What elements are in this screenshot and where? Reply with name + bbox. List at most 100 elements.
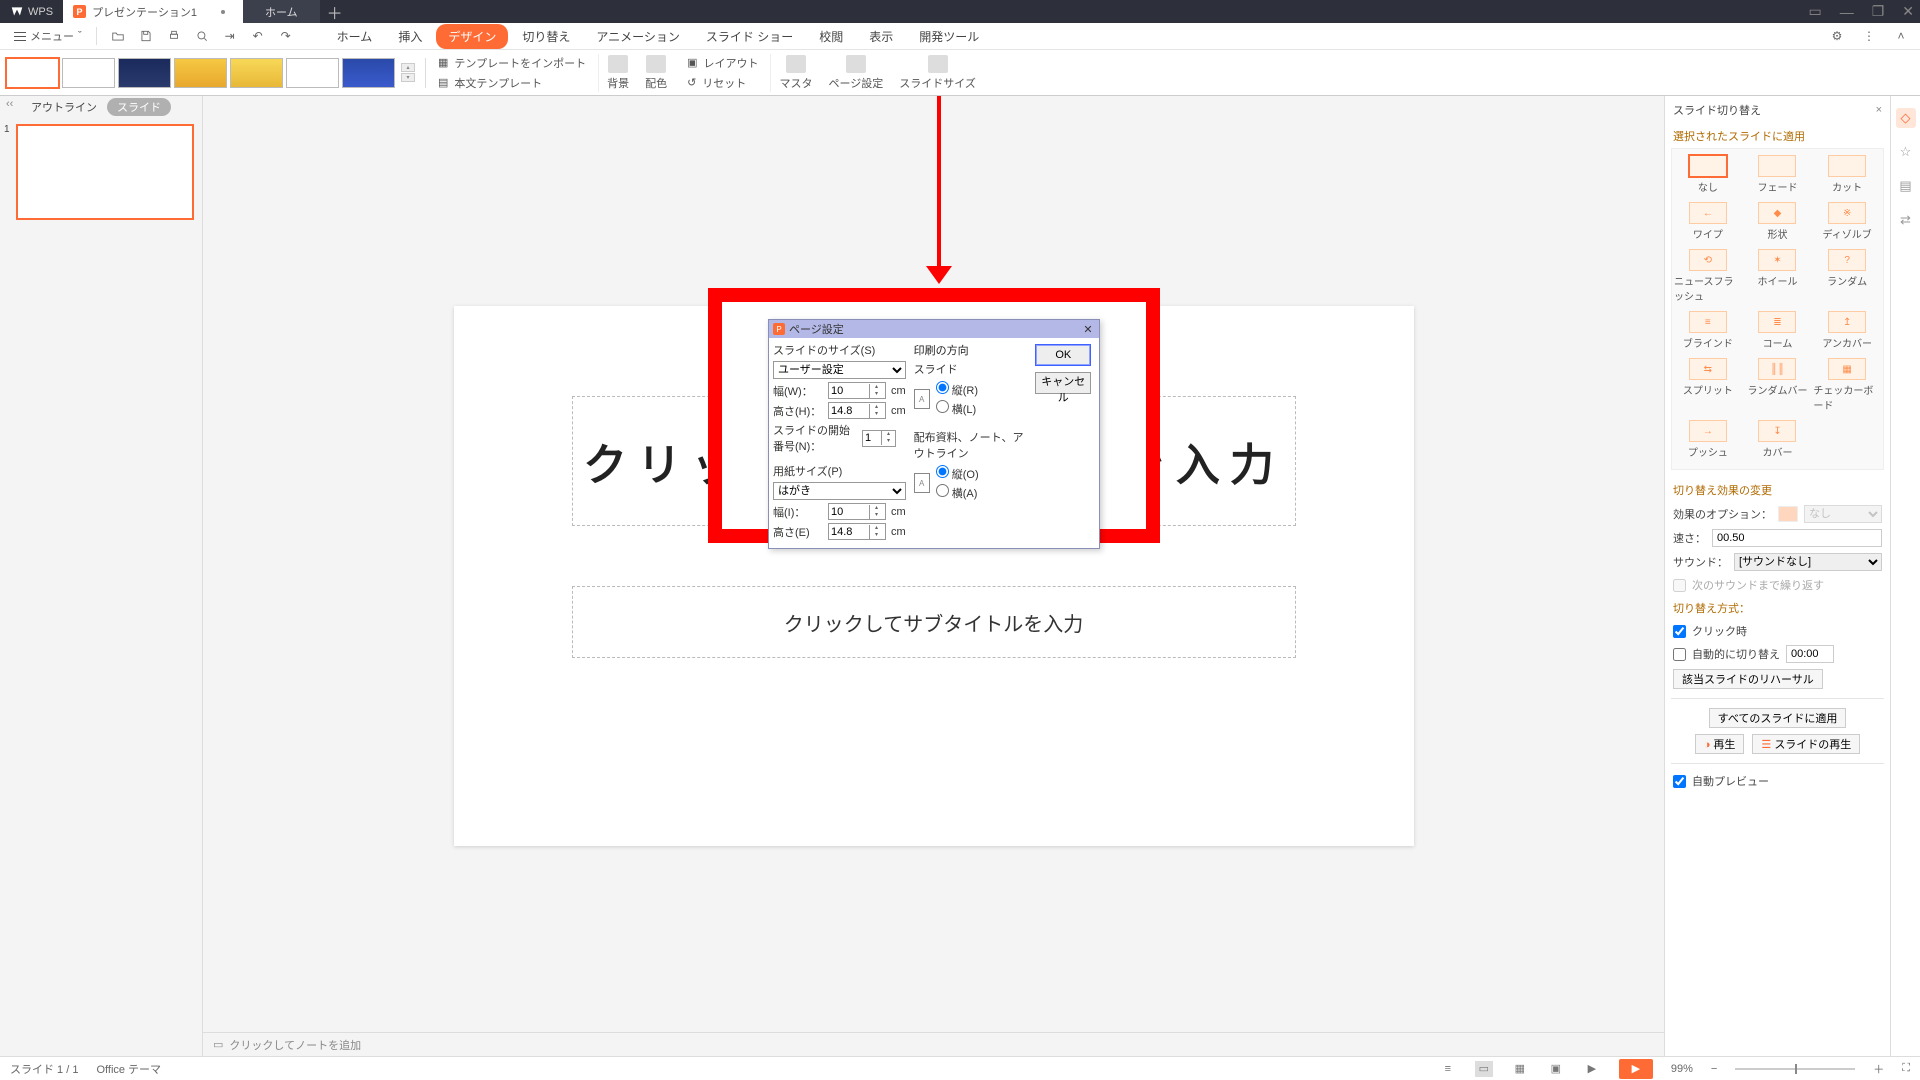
theme-gallery-more[interactable]: ▴▾ (401, 63, 415, 82)
play-button[interactable]: ◑ 再生 (1695, 734, 1745, 754)
export-icon[interactable]: ⇥ (221, 27, 239, 45)
rehearse-button[interactable]: 該当スライドのリハーサル (1673, 669, 1823, 689)
cancel-button[interactable]: キャンセル (1035, 372, 1091, 394)
app-logo[interactable]: WPS (0, 0, 63, 23)
height-stepper[interactable]: ▴▾ (828, 402, 886, 419)
tab-transition[interactable]: 切り替え (510, 24, 582, 49)
transition-item-uncover[interactable]: ↥アンカバー (1813, 309, 1881, 352)
transition-item-blinds[interactable]: ≡ブラインド (1674, 309, 1742, 352)
theme-thumb-5[interactable] (230, 58, 283, 88)
transition-item-wipe[interactable]: ←ワイプ (1674, 200, 1742, 243)
portrait-o-radio[interactable]: 縦(O) (936, 465, 979, 482)
zoom-level[interactable]: 99% (1671, 1063, 1693, 1075)
tab-review[interactable]: 校閲 (807, 24, 855, 49)
on-click-checkbox[interactable] (1673, 625, 1686, 638)
effect-option-select[interactable]: なし (1804, 505, 1882, 523)
notes-bar[interactable]: ▭ クリックしてノートを追加 (203, 1032, 1664, 1056)
close-pane-icon[interactable]: × (1876, 104, 1882, 116)
dialog-close-icon[interactable]: ✕ (1081, 322, 1095, 336)
apply-all-button[interactable]: すべてのスライドに適用 (1709, 708, 1847, 728)
slide-thumbnail[interactable] (16, 124, 194, 220)
transition-item-dissolve[interactable]: ※ディゾルブ (1813, 200, 1881, 243)
dialog-titlebar[interactable]: P ページ設定 ✕ (769, 320, 1099, 338)
transition-item-newsflash[interactable]: ⟲ニュースフラッシュ (1674, 247, 1742, 305)
play-slideshow-button[interactable]: ▶ (1619, 1059, 1653, 1079)
tab-devtools[interactable]: 開発ツール (907, 24, 991, 49)
main-menu-button[interactable]: メニュー ˇ (10, 28, 86, 44)
master-button[interactable]: マスタ (771, 55, 820, 91)
transition-item-comb[interactable]: ≣コーム (1744, 309, 1812, 352)
more-menu-icon[interactable]: ⋮ (1860, 27, 1878, 45)
document-tab[interactable]: P プレゼンテーション1 (63, 0, 243, 23)
collapse-ribbon-icon[interactable]: ˄ (1892, 27, 1910, 45)
auto-after-time-input[interactable] (1786, 645, 1834, 663)
slide-size-button[interactable]: スライドサイズ (891, 55, 984, 91)
zoom-slider[interactable] (1735, 1068, 1855, 1070)
theme-thumb-3[interactable] (118, 58, 171, 88)
tab-insert[interactable]: 挿入 (386, 24, 434, 49)
transition-item-shape[interactable]: ◆形状 (1744, 200, 1812, 243)
zoom-in-icon[interactable]: ＋ (1873, 1061, 1884, 1077)
animation-pane-icon[interactable]: ☆ (1896, 142, 1916, 162)
transition-item-push[interactable]: →プッシュ (1674, 418, 1742, 461)
properties-pane-icon[interactable]: ▤ (1896, 176, 1916, 196)
tab-slideshow[interactable]: スライド ショー (694, 24, 805, 49)
paper-size-select[interactable]: はがき (773, 482, 906, 500)
transition-item-randombar[interactable]: ║║ランダムバー (1744, 356, 1812, 414)
transition-item-none[interactable]: なし (1674, 153, 1742, 196)
start-number-stepper[interactable]: ▴▾ (862, 430, 896, 447)
maximize-icon[interactable]: ❐ (1872, 3, 1885, 20)
close-window-icon[interactable]: ✕ (1902, 3, 1914, 20)
undo-icon[interactable]: ↶ (249, 27, 267, 45)
sorter-view-icon[interactable]: ▦ (1511, 1061, 1529, 1077)
minimize-icon[interactable]: — (1840, 4, 1854, 20)
gear-icon[interactable]: ⚙ (1828, 27, 1846, 45)
print-preview-icon[interactable] (193, 27, 211, 45)
play-slide-button[interactable]: ☰ スライドの再生 (1752, 734, 1860, 754)
add-tab-button[interactable]: ＋ (320, 0, 350, 23)
transition-pane-icon[interactable]: ◇ (1896, 108, 1916, 128)
settings-pane-icon[interactable]: ⇄ (1896, 210, 1916, 230)
theme-thumb-4[interactable] (174, 58, 227, 88)
auto-preview-checkbox[interactable] (1673, 775, 1686, 788)
background-button[interactable]: 背景 (599, 55, 637, 91)
tab-animation[interactable]: アニメーション (584, 24, 692, 49)
tab-view[interactable]: 表示 (857, 24, 905, 49)
layout-button[interactable]: レイアウト (703, 55, 758, 71)
landscape-a-radio[interactable]: 横(A) (936, 484, 979, 501)
tab-home[interactable]: ホーム (325, 24, 385, 49)
theme-thumb-7[interactable] (342, 58, 395, 88)
import-template-button[interactable]: テンプレートをインポート (454, 55, 586, 71)
save-icon[interactable] (137, 27, 155, 45)
print-icon[interactable] (165, 27, 183, 45)
theme-thumb-6[interactable] (286, 58, 339, 88)
ok-button[interactable]: OK (1035, 344, 1091, 366)
slides-tab[interactable]: スライド (107, 98, 171, 116)
zoom-out-icon[interactable]: − (1711, 1063, 1717, 1075)
reset-button[interactable]: リセット (702, 75, 746, 91)
open-icon[interactable] (109, 27, 127, 45)
transition-item-cover[interactable]: ↧カバー (1744, 418, 1812, 461)
portrait-r-radio[interactable]: 縦(R) (936, 381, 978, 398)
transition-item-split[interactable]: ⇆スプリット (1674, 356, 1742, 414)
window-mode-icon[interactable]: ▭ (1808, 3, 1821, 20)
transition-item-random[interactable]: ?ランダム (1813, 247, 1881, 305)
tab-design[interactable]: デザイン (436, 24, 508, 49)
collapse-panel-icon[interactable]: ‹‹ (2, 96, 17, 112)
transition-item-fade[interactable]: フェード (1744, 153, 1812, 196)
subtitle-placeholder[interactable]: クリックしてサブタイトルを入力 (572, 586, 1296, 658)
paper-width-stepper[interactable]: ▴▾ (828, 503, 886, 520)
colors-button[interactable]: 配色 (637, 55, 675, 91)
paper-height-stepper[interactable]: ▴▾ (828, 523, 886, 540)
auto-after-checkbox[interactable] (1673, 648, 1686, 661)
loop-sound-checkbox[interactable] (1673, 579, 1686, 592)
notes-toggle-icon[interactable]: ≡ (1439, 1061, 1457, 1077)
theme-thumb-1[interactable] (6, 58, 59, 88)
slide-thumbnail-item[interactable]: 1 (0, 118, 202, 224)
speed-input[interactable] (1712, 529, 1882, 547)
reading-view-icon[interactable]: ▣ (1547, 1061, 1565, 1077)
body-template-button[interactable]: 本文テンプレート (454, 75, 542, 91)
sound-select[interactable]: [サウンドなし] (1734, 553, 1882, 571)
editor-canvas[interactable]: クリックしてタイトルを入力 クリックしてサブタイトルを入力 P ページ設定 ✕ … (203, 96, 1664, 1056)
slideshow-view-icon[interactable]: ▶ (1583, 1061, 1601, 1077)
